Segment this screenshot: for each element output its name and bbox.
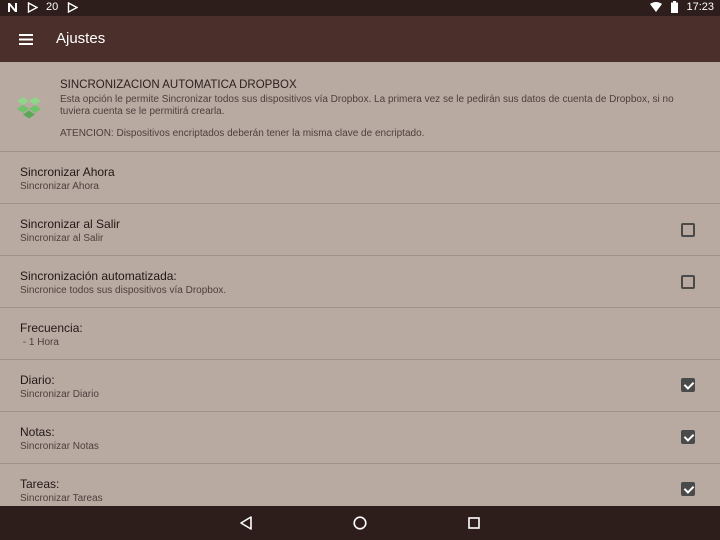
n-notification-icon	[6, 1, 18, 13]
clock: 17:23	[686, 1, 714, 13]
setting-title: Sincronizar Ahora	[20, 165, 115, 179]
setting-diary[interactable]: Diario: Sincronizar Diario	[0, 360, 720, 412]
setting-subtitle: - 1 Hora	[20, 337, 59, 348]
setting-subtitle: Sincronizar Tareas	[20, 493, 103, 504]
recents-button[interactable]	[466, 515, 482, 531]
setting-title: Diario:	[20, 373, 55, 387]
home-circle-icon	[353, 516, 367, 530]
hamburger-menu-icon	[19, 33, 33, 45]
setting-tasks[interactable]: Tareas: Sincronizar Tareas	[0, 464, 720, 506]
setting-auto-sync[interactable]: Sincronización automatizada: Sincronice …	[0, 256, 720, 308]
dropbox-sync-warning: ATENCION: Dispositivos encriptados deber…	[60, 128, 425, 139]
dropbox-sync-header[interactable]: SINCRONIZACION AUTOMATICA DROPBOX Esta o…	[0, 62, 720, 152]
setting-subtitle: Sincronizar Ahora	[20, 181, 99, 192]
notification-count: 20	[46, 1, 59, 13]
setting-subtitle: Sincronice todos sus dispositivos vía Dr…	[20, 285, 227, 296]
setting-subtitle: Sincronizar al Salir	[20, 233, 104, 244]
app-bar: Ajustes	[0, 16, 720, 62]
status-bar-notifications: 20	[6, 1, 78, 13]
setting-notes[interactable]: Notas: Sincronizar Notas	[0, 412, 720, 464]
play-store-icon	[66, 1, 78, 13]
back-triangle-icon	[240, 516, 252, 530]
setting-subtitle: Sincronizar Diario	[20, 389, 99, 400]
setting-title: Frecuencia:	[20, 321, 83, 335]
dropbox-sync-description: Esta opción le permite Sincronizar todos…	[60, 94, 674, 117]
status-bar-system: 17:23	[650, 1, 714, 13]
setting-title: Sincronización automatizada:	[20, 269, 177, 283]
settings-list: SINCRONIZACION AUTOMATICA DROPBOX Esta o…	[0, 62, 720, 506]
setting-title: Sincronizar al Salir	[20, 217, 121, 231]
diary-checkbox[interactable]	[681, 378, 695, 392]
status-bar: 20 17:23	[0, 0, 720, 16]
navigation-bar	[0, 506, 720, 540]
setting-title: Tareas:	[20, 477, 60, 491]
page-title: Ajustes	[56, 30, 106, 47]
home-button[interactable]	[352, 515, 368, 531]
back-button[interactable]	[238, 515, 254, 531]
auto-sync-checkbox[interactable]	[681, 275, 695, 289]
wifi-icon	[650, 1, 663, 13]
setting-frequency[interactable]: Frecuencia: - 1 Hora	[0, 308, 720, 360]
sync-on-exit-checkbox[interactable]	[681, 223, 695, 237]
setting-sync-now[interactable]: Sincronizar Ahora Sincronizar Ahora	[0, 152, 720, 204]
play-store-icon	[26, 1, 38, 13]
tasks-checkbox[interactable]	[681, 482, 695, 496]
setting-sync-on-exit[interactable]: Sincronizar al Salir Sincronizar al Sali…	[0, 204, 720, 256]
battery-icon	[668, 1, 680, 13]
dropbox-sync-title: SINCRONIZACION AUTOMATICA DROPBOX	[60, 79, 297, 91]
setting-subtitle: Sincronizar Notas	[20, 441, 99, 452]
menu-button[interactable]	[14, 27, 38, 51]
setting-title: Notas:	[20, 425, 55, 439]
dropbox-icon	[16, 94, 42, 120]
notes-checkbox[interactable]	[681, 430, 695, 444]
recents-square-icon	[468, 517, 480, 529]
